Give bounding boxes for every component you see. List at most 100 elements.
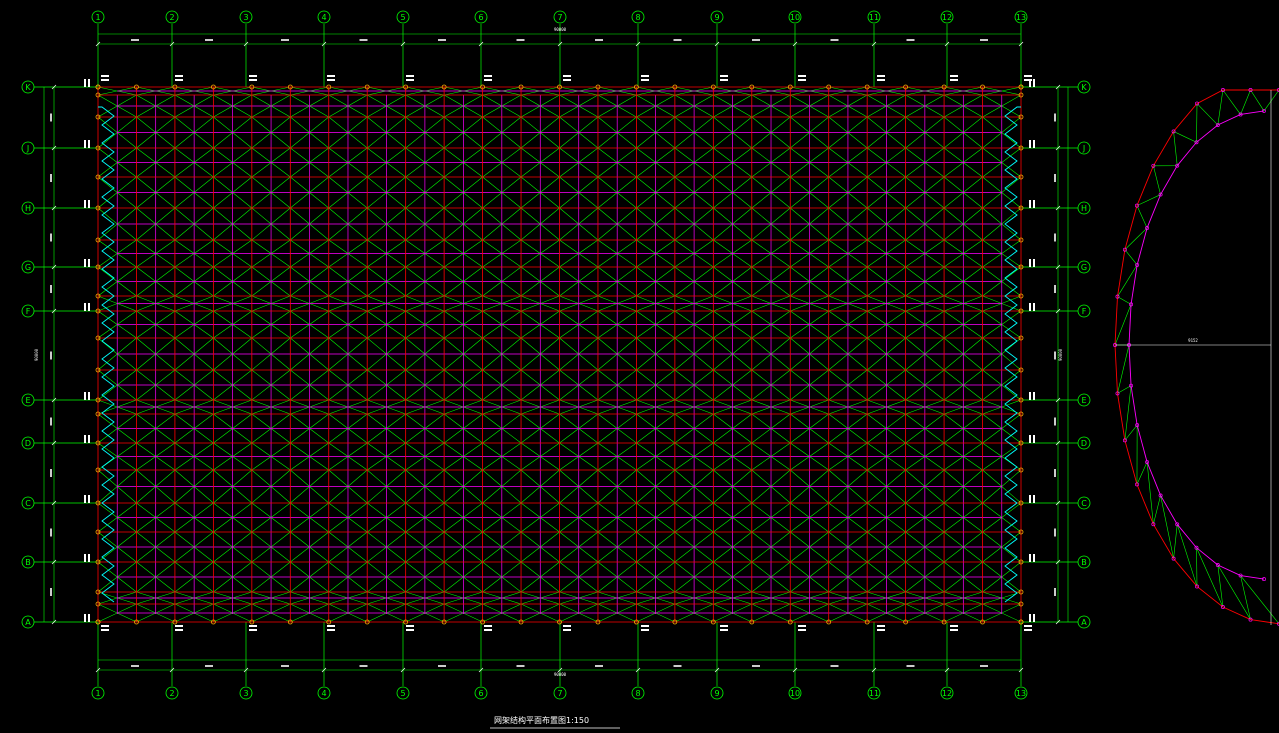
bearing-label-mark: [175, 625, 183, 627]
section-web-member: [1124, 205, 1148, 250]
bearing-label-mark: [1033, 259, 1035, 267]
axis-label-6: 6: [478, 689, 483, 698]
title-block: 网架结构平面布置图1:150: [490, 715, 620, 729]
axis-label-K: K: [25, 83, 31, 92]
bearing-label-mark: [327, 625, 335, 627]
bearing-label-mark: [877, 79, 885, 81]
bearing-label-mark: [84, 79, 86, 87]
bearing-label-mark: [175, 75, 183, 77]
dimension-text-mark: [438, 39, 446, 41]
axis-label-8: 8: [635, 689, 640, 698]
bearing-label-mark: [1033, 303, 1035, 311]
bottom-total-dimension: 90000: [554, 672, 567, 677]
bearing-label-mark: [1029, 140, 1031, 148]
axis-label-J: J: [1082, 144, 1085, 153]
bearing-label-mark: [327, 75, 335, 77]
bearing-label-mark: [1033, 392, 1035, 400]
dimension-text-mark: [906, 665, 915, 667]
bearing-label-mark: [1029, 200, 1031, 208]
dimension-text-mark: [438, 665, 446, 667]
bearing-label-mark: [84, 140, 86, 148]
axis-label-G: G: [25, 263, 31, 272]
axis-label-5: 5: [400, 13, 405, 22]
bearing-label-mark: [484, 629, 492, 631]
dimension-text-mark: [131, 39, 139, 41]
arch-section-view: 9152: [1113, 88, 1279, 626]
top-chords: [97, 86, 1022, 623]
section-web-member: [1117, 385, 1132, 441]
bearing-label-mark: [406, 79, 414, 81]
bearing-label-mark: [88, 259, 90, 267]
axis-label-B: B: [1081, 558, 1087, 567]
dimension-text-mark: [1054, 351, 1056, 360]
section-web-member: [1196, 89, 1224, 126]
bearing-label-mark: [720, 625, 728, 627]
bearing-label-mark: [950, 629, 958, 631]
axis-label-4: 4: [321, 689, 326, 698]
dimension-text-mark: [281, 39, 289, 41]
bearing-label-mark: [798, 79, 806, 81]
bearing-label-mark: [1029, 554, 1031, 562]
bearing-label-mark: [641, 625, 649, 627]
bearing-label-mark: [563, 79, 571, 81]
axis-label-1: 1: [95, 13, 100, 22]
axis-label-D: D: [1081, 439, 1087, 448]
axis-label-8: 8: [635, 13, 640, 22]
dimension-text-mark: [50, 233, 52, 242]
bearing-label-mark: [101, 629, 109, 631]
bearing-label-mark: [1033, 435, 1035, 443]
top-total-dimension: 90000: [554, 27, 567, 32]
bearing-label-mark: [327, 629, 335, 631]
bearing-label-mark: [406, 75, 414, 77]
axis-label-12: 12: [942, 13, 952, 22]
bearing-label-mark: [84, 554, 86, 562]
dimension-text-mark: [131, 665, 139, 667]
dimension-text-mark: [1054, 588, 1056, 596]
axis-label-5: 5: [400, 689, 405, 698]
cad-drawing-canvas[interactable]: 1122334455667788991010111112121313K KJ JH H…: [0, 0, 1279, 733]
axis-label-9: 9: [714, 689, 719, 698]
axis-label-12: 12: [942, 689, 952, 698]
bearing-label-mark: [406, 625, 414, 627]
dimension-text-mark: [1054, 469, 1056, 477]
bearing-label-mark: [641, 629, 649, 631]
axis-label-11: 11: [869, 689, 879, 698]
dimension-text-mark: [906, 39, 915, 41]
axis-label-E: E: [25, 396, 30, 405]
axis-label-11: 11: [869, 13, 879, 22]
dimension-text-mark: [50, 469, 52, 477]
dimension-text-mark: [50, 174, 52, 182]
space-truss-plan: [84, 75, 1035, 631]
dimension-text-mark: [980, 665, 988, 667]
bearing-label-mark: [175, 629, 183, 631]
bearing-label-mark: [88, 79, 90, 87]
dimension-text-mark: [281, 665, 289, 667]
bearing-label-mark: [84, 259, 86, 267]
bearing-label-mark: [720, 75, 728, 77]
axis-label-6: 6: [478, 13, 483, 22]
axis-label-3: 3: [243, 13, 248, 22]
dimension-text-mark: [1054, 174, 1056, 182]
dimension-text-mark: [50, 588, 52, 596]
bearing-label-mark: [484, 75, 492, 77]
bearing-label-mark: [1033, 200, 1035, 208]
axis-label-D: D: [25, 439, 31, 448]
bearing-label-mark: [1029, 392, 1031, 400]
axis-label-9: 9: [714, 13, 719, 22]
bearing-label-mark: [249, 79, 257, 81]
section-web-member: [1153, 495, 1174, 559]
bearing-label-mark: [406, 629, 414, 631]
bearing-label-mark: [1033, 614, 1035, 622]
bearing-label-mark: [1029, 303, 1031, 311]
dimension-text-mark: [752, 665, 760, 667]
bearing-label-mark: [563, 625, 571, 627]
bearing-label-mark: [101, 625, 109, 627]
dimension-text-mark: [205, 39, 213, 41]
dimension-text-mark: [673, 39, 682, 41]
bearing-label-mark: [641, 79, 649, 81]
bearing-label-mark: [84, 614, 86, 622]
dimension-text-mark: [50, 285, 52, 293]
axis-label-13: 13: [1016, 689, 1026, 698]
support-zigzag: [98, 106, 115, 603]
axis-label-E: E: [1081, 396, 1086, 405]
